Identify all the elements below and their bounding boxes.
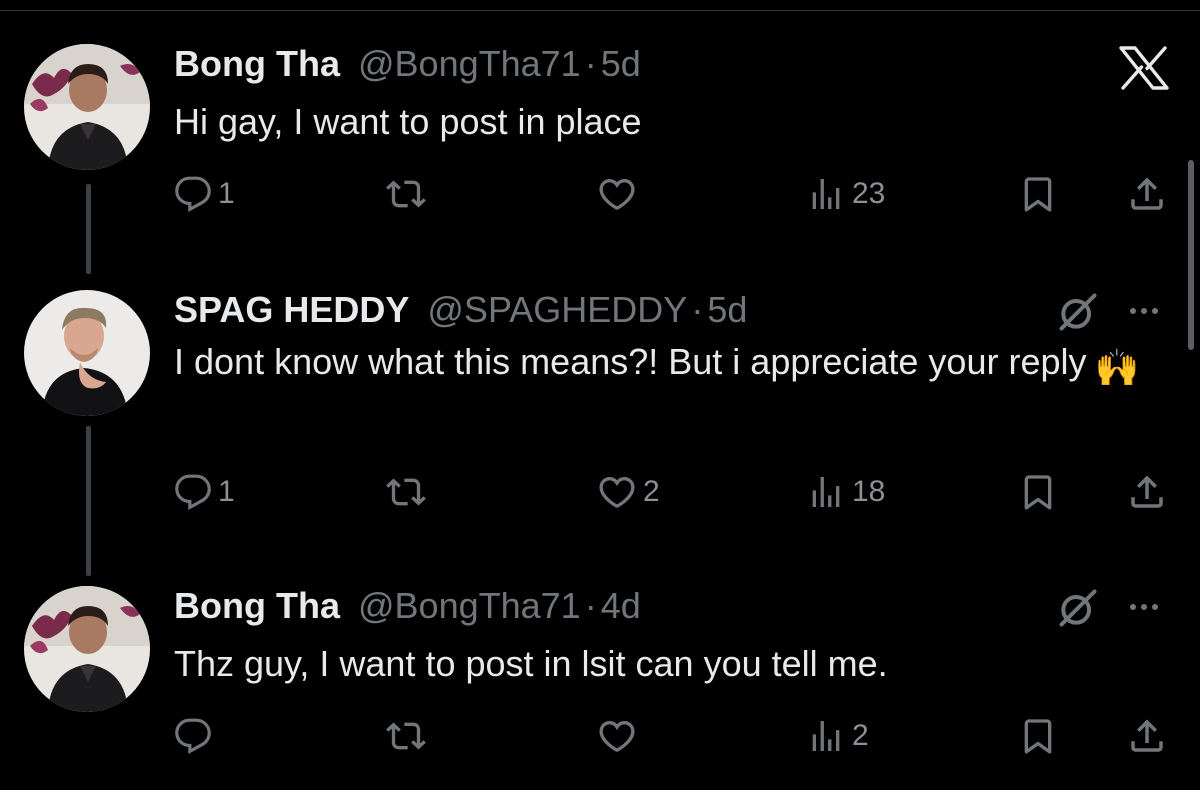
post-time[interactable]: 4d	[601, 585, 641, 626]
reply-button[interactable]	[174, 714, 218, 758]
post[interactable]: Bong Tha @BongTha71 · 4d Thz guy, I want t…	[0, 582, 1200, 790]
reply-button[interactable]: 1	[174, 172, 235, 216]
post-text: Hi gay, I want to post in place	[174, 96, 1164, 148]
repost-icon	[386, 174, 426, 214]
more-icon[interactable]	[1130, 308, 1158, 314]
author-handle[interactable]: @BongTha71	[358, 585, 581, 626]
action-bar: 2	[0, 714, 1200, 758]
post-text: I dont know what this means?! But i appr…	[174, 336, 1164, 394]
heart-icon	[597, 716, 637, 756]
post-text: Thz guy, I want to post in lsit can you …	[174, 638, 1164, 690]
share-icon	[1126, 471, 1168, 513]
reply-count: 1	[218, 475, 235, 508]
heart-icon	[597, 174, 637, 214]
bookmark-icon	[1018, 716, 1058, 756]
post-text-content: Hi gay, I want to post in place	[174, 101, 642, 142]
avatar[interactable]	[24, 44, 150, 170]
views-button[interactable]: 2	[806, 714, 869, 758]
post-header: Bong Tha @BongTha71 · 4d	[174, 586, 641, 626]
share-button[interactable]	[1126, 172, 1168, 216]
author-name[interactable]: Bong Tha	[174, 585, 340, 626]
repost-button[interactable]	[386, 470, 432, 514]
post-text-content: Thz guy, I want to post in lsit can you …	[174, 643, 888, 684]
post-time[interactable]: 5d	[707, 289, 747, 330]
more-icon[interactable]	[1130, 604, 1158, 610]
views-count: 2	[852, 719, 869, 752]
bookmark-icon	[1018, 472, 1058, 512]
post-header: Bong Tha @BongTha71 · 5d	[174, 44, 641, 84]
share-button[interactable]	[1126, 470, 1168, 514]
share-icon	[1126, 715, 1168, 757]
bookmark-button[interactable]	[1018, 714, 1058, 758]
repost-icon	[386, 716, 426, 756]
reply-button[interactable]: 1	[174, 470, 235, 514]
views-count: 18	[852, 475, 886, 508]
raising-hands-emoji: 🙌	[1094, 347, 1140, 388]
like-button[interactable]	[597, 714, 643, 758]
separator: ·	[584, 585, 597, 626]
post[interactable]: SPAG HEDDY @SPAGHEDDY · 5d I dont know wha…	[0, 286, 1200, 526]
share-button[interactable]	[1126, 714, 1168, 758]
bookmark-button[interactable]	[1018, 172, 1058, 216]
thread-screen: Bong Tha @BongTha71 · 5d Hi gay, I want to…	[0, 0, 1200, 790]
heart-icon	[597, 472, 637, 512]
separator: ·	[584, 43, 597, 84]
views-count: 23	[852, 177, 886, 210]
repost-button[interactable]	[386, 714, 432, 758]
views-icon	[806, 174, 846, 214]
author-name[interactable]: SPAG HEDDY	[174, 289, 409, 330]
grok-icon[interactable]	[1056, 586, 1100, 630]
post[interactable]: Bong Tha @BongTha71 · 5d Hi gay, I want to…	[0, 0, 1200, 250]
like-count: 2	[643, 475, 660, 508]
action-bar: 1 2 18	[0, 470, 1200, 514]
reply-icon	[174, 175, 212, 213]
post-header: SPAG HEDDY @SPAGHEDDY · 5d	[174, 290, 747, 330]
repost-button[interactable]	[386, 172, 432, 216]
avatar[interactable]	[24, 586, 150, 712]
reply-icon	[174, 473, 212, 511]
reply-count: 1	[218, 177, 235, 210]
views-icon	[806, 472, 846, 512]
bookmark-button[interactable]	[1018, 470, 1058, 514]
share-icon	[1126, 173, 1168, 215]
action-bar: 1 23	[0, 172, 1200, 216]
post-menu-area	[1056, 290, 1100, 334]
like-button[interactable]	[597, 172, 643, 216]
like-button[interactable]: 2	[597, 470, 660, 514]
views-button[interactable]: 18	[806, 470, 885, 514]
reply-icon	[174, 717, 212, 755]
author-handle[interactable]: @BongTha71	[358, 43, 581, 84]
post-text-content: I dont know what this means?! But i appr…	[174, 341, 1087, 382]
separator: ·	[691, 289, 704, 330]
bookmark-icon	[1018, 174, 1058, 214]
author-name[interactable]: Bong Tha	[174, 43, 340, 84]
post-time[interactable]: 5d	[601, 43, 641, 84]
author-handle[interactable]: @SPAGHEDDY	[427, 289, 687, 330]
views-button[interactable]: 23	[806, 172, 885, 216]
repost-icon	[386, 472, 426, 512]
grok-icon[interactable]	[1056, 290, 1100, 334]
post-menu-area	[1056, 586, 1100, 630]
views-icon	[806, 716, 846, 756]
avatar[interactable]	[24, 290, 150, 416]
